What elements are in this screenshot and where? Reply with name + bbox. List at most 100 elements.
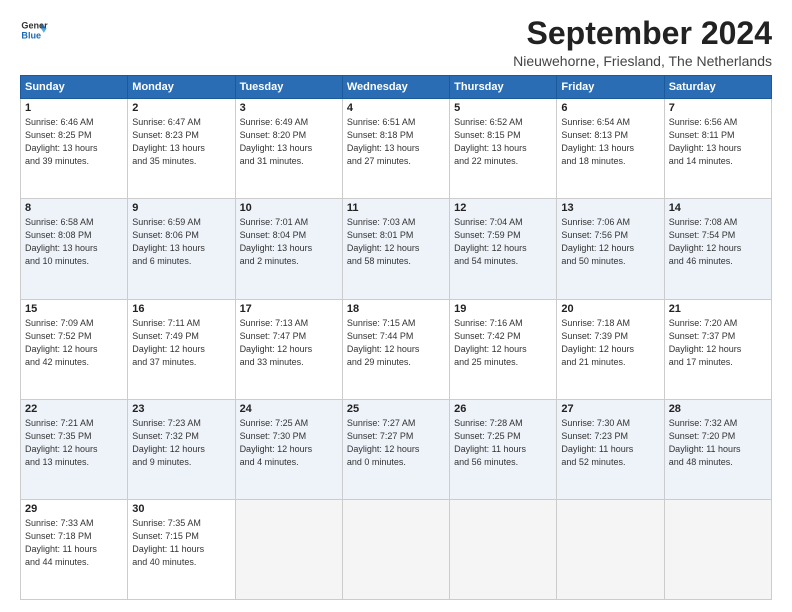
day-number-4: 4: [347, 102, 445, 114]
day-number-1: 1: [25, 102, 123, 114]
month-title: September 2024: [513, 16, 772, 51]
cell-4-5: [557, 499, 664, 599]
cell-0-1: 2 Sunrise: 6:47 AMSunset: 8:23 PMDaylight…: [128, 99, 235, 199]
day-info-26: Sunrise: 7:28 AMSunset: 7:25 PMDaylight:…: [454, 417, 552, 469]
day-number-7: 7: [669, 102, 767, 114]
page: General Blue September 2024 Nieuwehorne,…: [0, 0, 792, 612]
day-number-9: 9: [132, 202, 230, 214]
location-title: Nieuwehorne, Friesland, The Netherlands: [513, 53, 772, 69]
day-info-1: Sunrise: 6:46 AMSunset: 8:25 PMDaylight:…: [25, 116, 123, 168]
day-info-28: Sunrise: 7:32 AMSunset: 7:20 PMDaylight:…: [669, 417, 767, 469]
day-number-25: 25: [347, 403, 445, 415]
day-info-23: Sunrise: 7:23 AMSunset: 7:32 PMDaylight:…: [132, 417, 230, 469]
week-row-2: 8 Sunrise: 6:58 AMSunset: 8:08 PMDaylight…: [21, 199, 772, 299]
cell-4-1: 30Sunrise: 7:35 AMSunset: 7:15 PMDayligh…: [128, 499, 235, 599]
week-row-1: 1 Sunrise: 6:46 AMSunset: 8:25 PMDaylight…: [21, 99, 772, 199]
day-number-8: 8: [25, 202, 123, 214]
day-number-17: 17: [240, 303, 338, 315]
week-row-3: 15 Sunrise: 7:09 AMSunset: 7:52 PMDayligh…: [21, 299, 772, 399]
day-number-6: 6: [561, 102, 659, 114]
cell-2-3: 18Sunrise: 7:15 AMSunset: 7:44 PMDayligh…: [342, 299, 449, 399]
cell-2-5: 20 Sunrise: 7:18 AMSunset: 7:39 PMDayligh…: [557, 299, 664, 399]
day-number-29: 29: [25, 503, 123, 515]
cell-3-4: 26Sunrise: 7:28 AMSunset: 7:25 PMDayligh…: [450, 399, 557, 499]
logo-icon: General Blue: [20, 16, 48, 44]
day-number-20: 20: [561, 303, 659, 315]
cell-2-4: 19 Sunrise: 7:16 AMSunset: 7:42 PMDayligh…: [450, 299, 557, 399]
cell-1-1: 9 Sunrise: 6:59 AMSunset: 8:06 PMDaylight…: [128, 199, 235, 299]
day-info-22: Sunrise: 7:21 AMSunset: 7:35 PMDaylight:…: [25, 417, 123, 469]
cell-0-2: 3 Sunrise: 6:49 AMSunset: 8:20 PMDaylight…: [235, 99, 342, 199]
col-monday: Monday: [128, 76, 235, 99]
cell-0-3: 4Sunrise: 6:51 AMSunset: 8:18 PMDaylight…: [342, 99, 449, 199]
cell-2-1: 16Sunrise: 7:11 AMSunset: 7:49 PMDayligh…: [128, 299, 235, 399]
day-info-9: Sunrise: 6:59 AMSunset: 8:06 PMDaylight:…: [132, 216, 230, 268]
day-number-12: 12: [454, 202, 552, 214]
cell-4-2: [235, 499, 342, 599]
day-info-12: Sunrise: 7:04 AMSunset: 7:59 PMDaylight:…: [454, 216, 552, 268]
calendar-table: Sunday Monday Tuesday Wednesday Thursday…: [20, 75, 772, 600]
cell-1-6: 14 Sunrise: 7:08 AMSunset: 7:54 PMDayligh…: [664, 199, 771, 299]
cell-0-5: 6 Sunrise: 6:54 AMSunset: 8:13 PMDaylight…: [557, 99, 664, 199]
header: General Blue September 2024 Nieuwehorne,…: [20, 16, 772, 69]
day-info-2: Sunrise: 6:47 AMSunset: 8:23 PMDaylight:…: [132, 116, 230, 168]
day-number-14: 14: [669, 202, 767, 214]
cell-4-3: [342, 499, 449, 599]
col-thursday: Thursday: [450, 76, 557, 99]
week-row-4: 22 Sunrise: 7:21 AMSunset: 7:35 PMDayligh…: [21, 399, 772, 499]
day-info-20: Sunrise: 7:18 AMSunset: 7:39 PMDaylight:…: [561, 317, 659, 369]
calendar-header-row: Sunday Monday Tuesday Wednesday Thursday…: [21, 76, 772, 99]
day-number-3: 3: [240, 102, 338, 114]
day-info-21: Sunrise: 7:20 AMSunset: 7:37 PMDaylight:…: [669, 317, 767, 369]
day-number-21: 21: [669, 303, 767, 315]
cell-2-2: 17 Sunrise: 7:13 AMSunset: 7:47 PMDayligh…: [235, 299, 342, 399]
col-saturday: Saturday: [664, 76, 771, 99]
cell-0-4: 5Sunrise: 6:52 AMSunset: 8:15 PMDaylight…: [450, 99, 557, 199]
cell-4-4: [450, 499, 557, 599]
col-tuesday: Tuesday: [235, 76, 342, 99]
day-info-11: Sunrise: 7:03 AMSunset: 8:01 PMDaylight:…: [347, 216, 445, 268]
cell-3-1: 23 Sunrise: 7:23 AMSunset: 7:32 PMDayligh…: [128, 399, 235, 499]
day-info-19: Sunrise: 7:16 AMSunset: 7:42 PMDaylight:…: [454, 317, 552, 369]
cell-4-6: [664, 499, 771, 599]
day-info-7: Sunrise: 6:56 AMSunset: 8:11 PMDaylight:…: [669, 116, 767, 168]
day-info-14: Sunrise: 7:08 AMSunset: 7:54 PMDaylight:…: [669, 216, 767, 268]
day-number-15: 15: [25, 303, 123, 315]
day-number-16: 16: [132, 303, 230, 315]
day-info-29: Sunrise: 7:33 AMSunset: 7:18 PMDaylight:…: [25, 517, 123, 569]
cell-3-3: 25Sunrise: 7:27 AMSunset: 7:27 PMDayligh…: [342, 399, 449, 499]
day-number-28: 28: [669, 403, 767, 415]
cell-4-0: 29 Sunrise: 7:33 AMSunset: 7:18 PMDayligh…: [21, 499, 128, 599]
cell-2-0: 15 Sunrise: 7:09 AMSunset: 7:52 PMDayligh…: [21, 299, 128, 399]
day-info-10: Sunrise: 7:01 AMSunset: 8:04 PMDaylight:…: [240, 216, 338, 268]
day-number-10: 10: [240, 202, 338, 214]
cell-0-0: 1 Sunrise: 6:46 AMSunset: 8:25 PMDaylight…: [21, 99, 128, 199]
day-info-3: Sunrise: 6:49 AMSunset: 8:20 PMDaylight:…: [240, 116, 338, 168]
day-number-18: 18: [347, 303, 445, 315]
day-number-23: 23: [132, 403, 230, 415]
day-info-6: Sunrise: 6:54 AMSunset: 8:13 PMDaylight:…: [561, 116, 659, 168]
day-number-5: 5: [454, 102, 552, 114]
day-number-19: 19: [454, 303, 552, 315]
cell-2-6: 21 Sunrise: 7:20 AMSunset: 7:37 PMDayligh…: [664, 299, 771, 399]
col-sunday: Sunday: [21, 76, 128, 99]
cell-1-5: 13Sunrise: 7:06 AMSunset: 7:56 PMDayligh…: [557, 199, 664, 299]
cell-3-5: 27Sunrise: 7:30 AMSunset: 7:23 PMDayligh…: [557, 399, 664, 499]
day-number-27: 27: [561, 403, 659, 415]
col-friday: Friday: [557, 76, 664, 99]
week-row-5: 29 Sunrise: 7:33 AMSunset: 7:18 PMDayligh…: [21, 499, 772, 599]
title-block: September 2024 Nieuwehorne, Friesland, T…: [513, 16, 772, 69]
day-info-30: Sunrise: 7:35 AMSunset: 7:15 PMDaylight:…: [132, 517, 230, 569]
day-number-24: 24: [240, 403, 338, 415]
cell-3-6: 28 Sunrise: 7:32 AMSunset: 7:20 PMDayligh…: [664, 399, 771, 499]
cell-3-0: 22 Sunrise: 7:21 AMSunset: 7:35 PMDayligh…: [21, 399, 128, 499]
cell-1-2: 10 Sunrise: 7:01 AMSunset: 8:04 PMDayligh…: [235, 199, 342, 299]
day-info-15: Sunrise: 7:09 AMSunset: 7:52 PMDaylight:…: [25, 317, 123, 369]
day-info-8: Sunrise: 6:58 AMSunset: 8:08 PMDaylight:…: [25, 216, 123, 268]
day-info-13: Sunrise: 7:06 AMSunset: 7:56 PMDaylight:…: [561, 216, 659, 268]
day-info-17: Sunrise: 7:13 AMSunset: 7:47 PMDaylight:…: [240, 317, 338, 369]
day-number-22: 22: [25, 403, 123, 415]
day-info-24: Sunrise: 7:25 AMSunset: 7:30 PMDaylight:…: [240, 417, 338, 469]
svg-text:Blue: Blue: [21, 30, 41, 40]
day-number-2: 2: [132, 102, 230, 114]
